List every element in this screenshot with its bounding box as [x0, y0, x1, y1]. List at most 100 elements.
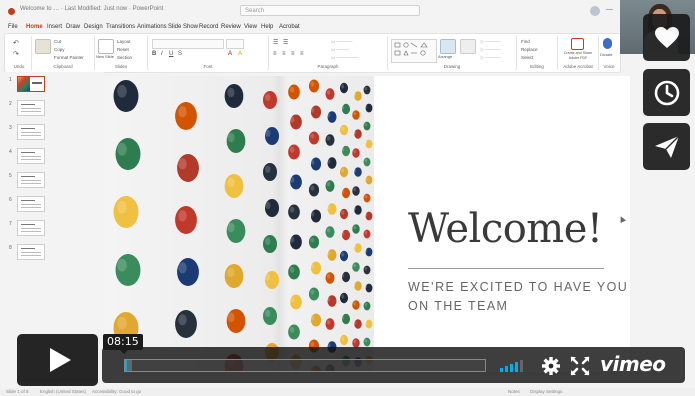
format-painter-button[interactable]: Format Painter [54, 55, 84, 60]
slide-thumbnail[interactable] [17, 196, 45, 212]
shape-outline-button[interactable]: ◇ ───── [480, 47, 501, 53]
dot-highlight [178, 106, 187, 118]
slide-title[interactable]: Welcome! [408, 206, 603, 252]
play-button[interactable] [17, 334, 98, 386]
select-button[interactable]: Select [521, 55, 534, 60]
notes-button[interactable]: Notes [508, 389, 520, 394]
replace-button[interactable]: Replace [521, 47, 538, 52]
dot-highlight [289, 116, 295, 123]
minimize-icon[interactable]: — [606, 6, 613, 13]
fullscreen-icon[interactable] [570, 356, 590, 376]
tab-insert[interactable]: Insert [47, 24, 62, 30]
dot-highlight [310, 107, 315, 113]
share-button[interactable] [643, 123, 690, 170]
shapes-gallery[interactable] [391, 39, 437, 63]
ribbon-group-paragraph: ☰ ☰ ≡ ≡ ≡ ≡ ▭ ───── ▭ ──── ▭ ─────── Par… [269, 36, 388, 70]
text-direction-button[interactable]: ▭ ───── [331, 39, 352, 45]
tab-acrobat[interactable]: Acrobat [279, 24, 300, 30]
shape-fill-button[interactable]: ◇ ───── [480, 39, 501, 45]
smartart-button[interactable]: ▭ ─────── [331, 55, 359, 61]
cut-button[interactable]: Cut [54, 39, 61, 44]
slide-thumbnail[interactable] [17, 148, 45, 164]
new-slide-button[interactable]: New Slide [96, 54, 114, 59]
dots-wall-image [113, 79, 373, 372]
dot-hole [325, 180, 335, 192]
microphone-icon[interactable] [603, 38, 612, 49]
bullets-icon[interactable]: ☰ [273, 39, 278, 46]
settings-gear-icon[interactable] [541, 356, 561, 376]
ribbon-group-editing: Find Replace Select Editing [517, 36, 558, 70]
tab-transitions[interactable]: Transitions [106, 24, 135, 30]
tab-record[interactable]: Record [199, 24, 218, 30]
align-left-icon[interactable]: ≡ [273, 51, 277, 57]
find-button[interactable]: Find [521, 39, 530, 44]
arrange-icon[interactable] [440, 39, 456, 54]
slide-subtitle[interactable]: WE’RE EXCITED TO HAVE YOU ON THE TEAM [408, 278, 628, 316]
tab-help[interactable]: Help [261, 24, 273, 30]
slide-thumbnail[interactable] [17, 76, 45, 92]
thumbnail-text-line [21, 228, 41, 229]
highlight-icon[interactable]: A [238, 51, 242, 57]
slide-canvas[interactable]: Welcome! WE’RE EXCITED TO HAVE YOU ON TH… [104, 76, 630, 372]
font-size-select[interactable] [226, 39, 244, 49]
quick-styles-icon[interactable] [460, 39, 476, 54]
adobe-pdf-icon[interactable] [571, 38, 584, 50]
language-status[interactable]: English (United States) [40, 389, 86, 394]
accessibility-status[interactable]: Accessibility: Good to go [92, 389, 141, 394]
heart-icon [654, 26, 679, 48]
tab-home[interactable]: Home [26, 24, 43, 30]
shape-effects-button[interactable]: ◇ ───── [480, 55, 501, 61]
align-text-button[interactable]: ▭ ──── [331, 47, 349, 53]
create-pdf-button[interactable]: Create and Share Adobe PDF [559, 51, 597, 60]
redo-icon[interactable]: ↷ [13, 50, 19, 58]
tab-review[interactable]: Review [221, 24, 241, 30]
dictate-button[interactable]: Dictate [600, 52, 612, 57]
new-slide-icon[interactable] [98, 39, 114, 54]
italic-icon[interactable]: I [161, 51, 163, 57]
tab-design[interactable]: Design [84, 24, 103, 30]
tab-slide-show[interactable]: Slide Show [168, 24, 198, 30]
tab-animations[interactable]: Animations [137, 24, 167, 30]
layout-button[interactable]: Layout [117, 39, 131, 44]
underline-icon[interactable]: U [169, 51, 173, 57]
strikethrough-icon[interactable]: S [178, 51, 182, 57]
font-color-icon[interactable]: A [228, 51, 232, 57]
dot-highlight [265, 93, 271, 101]
search-input[interactable]: Search [240, 5, 420, 16]
slide-thumbnail[interactable] [17, 220, 45, 236]
slide-thumbnail[interactable] [17, 244, 45, 260]
slide-thumbnail[interactable] [17, 100, 45, 116]
dot-hole [175, 206, 197, 234]
numbering-icon[interactable]: ☰ [283, 39, 288, 46]
time-tooltip-arrow [120, 350, 128, 354]
volume-control[interactable] [500, 359, 528, 372]
vimeo-logo[interactable]: vimeo [600, 352, 666, 376]
tab-file[interactable]: File [8, 24, 18, 30]
align-right-icon[interactable]: ≡ [291, 51, 295, 57]
volume-bar [520, 360, 523, 372]
slide-thumbnail[interactable] [17, 172, 45, 188]
progress-bar[interactable] [124, 359, 486, 372]
tab-draw[interactable]: Draw [66, 24, 80, 30]
paste-icon[interactable] [35, 39, 51, 54]
dot-hole [352, 224, 360, 234]
section-button[interactable]: Section [117, 55, 132, 60]
align-center-icon[interactable]: ≡ [282, 51, 286, 57]
justify-icon[interactable]: ≡ [300, 51, 304, 57]
font-family-select[interactable] [152, 39, 224, 49]
reset-button[interactable]: Reset [117, 47, 129, 52]
display-settings-button[interactable]: Display Settings [530, 389, 562, 394]
arrange-button[interactable]: Arrange [438, 54, 452, 59]
tab-view[interactable]: View [244, 24, 257, 30]
slide-thumbnail[interactable] [17, 124, 45, 140]
user-avatar[interactable] [590, 6, 600, 16]
watch-later-button[interactable] [643, 69, 690, 116]
bold-icon[interactable]: B [152, 51, 156, 57]
undo-icon[interactable]: ↶ [13, 39, 19, 47]
like-button[interactable] [643, 14, 690, 61]
dot-hole [363, 121, 371, 131]
dot-highlight [178, 262, 187, 274]
mouse-cursor-icon [618, 215, 626, 223]
copy-button[interactable]: Copy [54, 47, 65, 52]
dot-hole [262, 91, 278, 109]
